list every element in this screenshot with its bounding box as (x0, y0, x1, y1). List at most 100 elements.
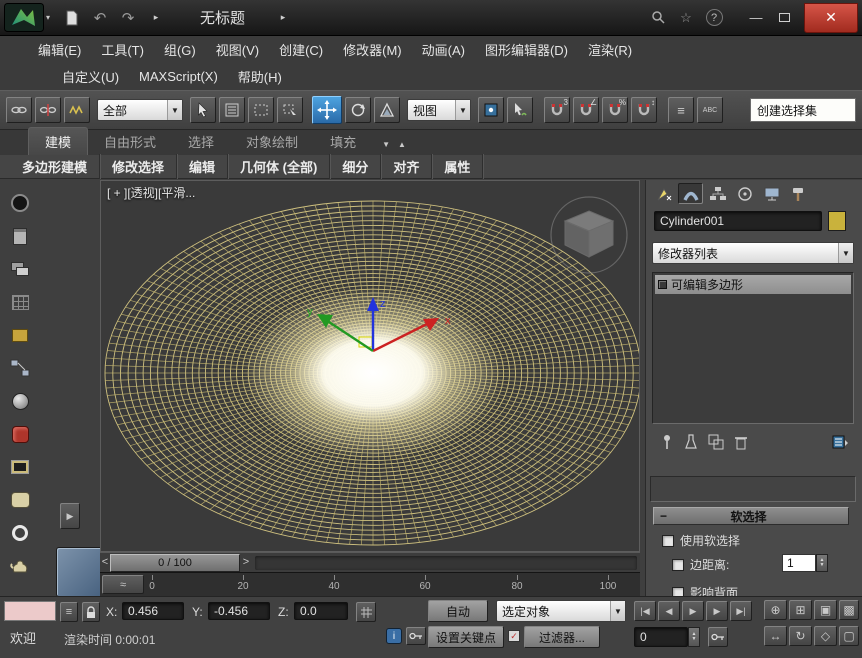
menu-help[interactable]: 帮助(H) (228, 63, 292, 90)
zoom-button[interactable]: ⊕ (764, 600, 787, 620)
reference-coordinate-dropdown[interactable]: 视图▼ (407, 99, 471, 121)
select-and-link-button[interactable] (6, 97, 32, 123)
selection-filter-dropdown[interactable]: 全部▼ (97, 99, 183, 121)
current-frame-field[interactable]: 0 (634, 627, 688, 647)
pan-button[interactable]: ↔ (764, 626, 787, 646)
edge-distance-field[interactable]: 1 (782, 554, 816, 572)
edit-named-selection-sets-button[interactable]: ≡ (668, 97, 694, 123)
time-slider-track[interactable] (255, 556, 637, 570)
unlink-selection-button[interactable] (35, 97, 61, 123)
y-coord-field[interactable]: -0.456 (208, 602, 270, 620)
frame-spinner[interactable]: ▲▼ (688, 627, 700, 647)
grid-settings-button[interactable] (356, 602, 376, 622)
spinner-snap-toggle-button[interactable]: ↕ (631, 97, 657, 123)
x-coord-field[interactable]: 0.456 (122, 602, 184, 620)
menu-graph-editors[interactable]: 图形编辑器(D) (475, 36, 578, 63)
menu-tools[interactable]: 工具(T) (91, 36, 154, 63)
z-coord-field[interactable]: 0.0 (294, 602, 348, 620)
edge-distance-checkbox[interactable] (672, 559, 684, 571)
keyboard-shortcut-override-button[interactable]: ABC (697, 97, 723, 123)
ribbon-tab-object-paint[interactable]: 对象绘制 (230, 128, 314, 155)
time-slider-handle[interactable]: 0 / 100 (110, 554, 240, 572)
zoom-all-button[interactable]: ⊞ (789, 600, 812, 620)
key-filter-toggle[interactable]: ✓ (508, 630, 520, 642)
use-pivot-center-button[interactable] (478, 97, 504, 123)
zoom-extents-all-button[interactable]: ▩ (839, 600, 859, 620)
object-color-swatch[interactable] (828, 211, 846, 231)
tab-hierarchy[interactable] (705, 183, 730, 204)
panel-geometry-all[interactable]: 几何体 (全部) (228, 154, 330, 179)
select-and-scale-button[interactable] (374, 97, 400, 123)
named-selection-set-field[interactable]: 创建选择集 (750, 98, 856, 122)
select-and-move-button[interactable] (312, 96, 342, 124)
go-to-end-button[interactable]: ▶| (730, 601, 752, 621)
schematic-view-button[interactable] (5, 353, 35, 383)
panel-subdivision[interactable]: 细分 (330, 154, 381, 179)
set-key-icon-button[interactable] (406, 627, 426, 645)
auto-key-button[interactable]: 自动 (428, 600, 488, 622)
key-mode-toggle-button[interactable] (708, 627, 728, 647)
selection-set-dropdown[interactable]: 选定对象▼ (496, 600, 626, 622)
window-crossing-toggle-button[interactable] (277, 97, 303, 123)
render-production-button[interactable] (5, 485, 35, 515)
affect-backfacing-checkbox[interactable] (672, 587, 684, 597)
snaps-toggle-button[interactable]: 3 (544, 97, 570, 123)
track-bar[interactable]: ≈ 0 20 40 60 80 100 (100, 572, 640, 596)
menu-edit[interactable]: 编辑(E) (28, 36, 91, 63)
rendered-frame-window-button[interactable] (5, 452, 35, 482)
maxscript-mini-listener[interactable] (4, 601, 56, 621)
modifier-list-dropdown[interactable]: 修改器列表▼ (652, 242, 854, 264)
menu-group[interactable]: 组(G) (154, 36, 206, 63)
bind-to-space-warp-button[interactable] (64, 97, 90, 123)
layer-manager-button[interactable] (5, 221, 35, 251)
field-of-view-button[interactable]: ◇ (814, 626, 837, 646)
menu-views[interactable]: 视图(V) (206, 36, 269, 63)
frame-back-button[interactable]: < (100, 557, 110, 568)
select-and-manipulate-button[interactable] (507, 97, 533, 123)
menu-create[interactable]: 创建(C) (269, 36, 333, 63)
maximize-button[interactable] (770, 6, 798, 30)
title-flyout-icon[interactable]: ▸ (269, 6, 297, 30)
panel-modify-selection[interactable]: 修改选择 (100, 154, 177, 179)
maximize-viewport-button[interactable]: ▢ (839, 626, 859, 646)
panel-polygon-modeling[interactable]: 多边形建模 (10, 154, 100, 179)
select-and-rotate-button[interactable] (345, 97, 371, 123)
spinner-arrows[interactable]: ▲▼ (816, 554, 828, 572)
quickbar-flyout-icon[interactable]: ▸ (142, 6, 170, 30)
select-object-button[interactable] (190, 97, 216, 123)
rectangular-selection-region-button[interactable] (248, 97, 274, 123)
time-config-button[interactable]: i (386, 628, 402, 644)
stack-item-editable-poly[interactable]: 可编辑多边形 (655, 275, 851, 294)
quick-render-button[interactable] (5, 551, 35, 581)
remove-modifier-button[interactable] (734, 434, 748, 455)
select-by-name-button[interactable] (219, 97, 245, 123)
container-button[interactable] (5, 320, 35, 350)
shelf-flyout-button[interactable]: ▶ (60, 503, 80, 529)
set-keys-button[interactable]: 设置关键点 (428, 626, 504, 648)
orbit-button[interactable]: ↻ (789, 626, 812, 646)
layers-button[interactable] (5, 254, 35, 284)
panel-align[interactable]: 对齐 (381, 154, 432, 179)
favorites-icon[interactable]: ☆ (672, 6, 700, 30)
undo-icon[interactable]: ↶ (86, 6, 114, 30)
panel-properties[interactable]: 属性 (432, 154, 483, 179)
angle-snap-toggle-button[interactable]: ∠ (573, 97, 599, 123)
perspective-viewport[interactable]: z x y [ + ][透视][平滑... (100, 180, 640, 552)
grid-panel-button[interactable] (5, 287, 35, 317)
tab-create[interactable] (651, 183, 676, 204)
menu-animation[interactable]: 动画(A) (412, 36, 475, 63)
menu-maxscript[interactable]: MAXScript(X) (129, 65, 228, 88)
ribbon-tab-modeling[interactable]: 建模 (28, 127, 88, 155)
configure-modifier-sets-button[interactable] (832, 434, 848, 455)
modifier-stack[interactable]: 可编辑多边形 (652, 272, 854, 424)
app-logo-button[interactable]: ▾ (0, 3, 50, 32)
go-to-start-button[interactable]: |◀ (634, 601, 656, 621)
make-unique-button[interactable] (708, 434, 724, 455)
tab-modify[interactable] (678, 183, 703, 204)
ribbon-tab-selection[interactable]: 选择 (172, 128, 230, 155)
material-editor-button[interactable] (5, 386, 35, 416)
help-button[interactable]: ? (700, 6, 728, 30)
menu-customize[interactable]: 自定义(U) (52, 63, 129, 90)
use-soft-selection-checkbox[interactable] (662, 535, 674, 547)
redo-icon[interactable]: ↷ (114, 6, 142, 30)
